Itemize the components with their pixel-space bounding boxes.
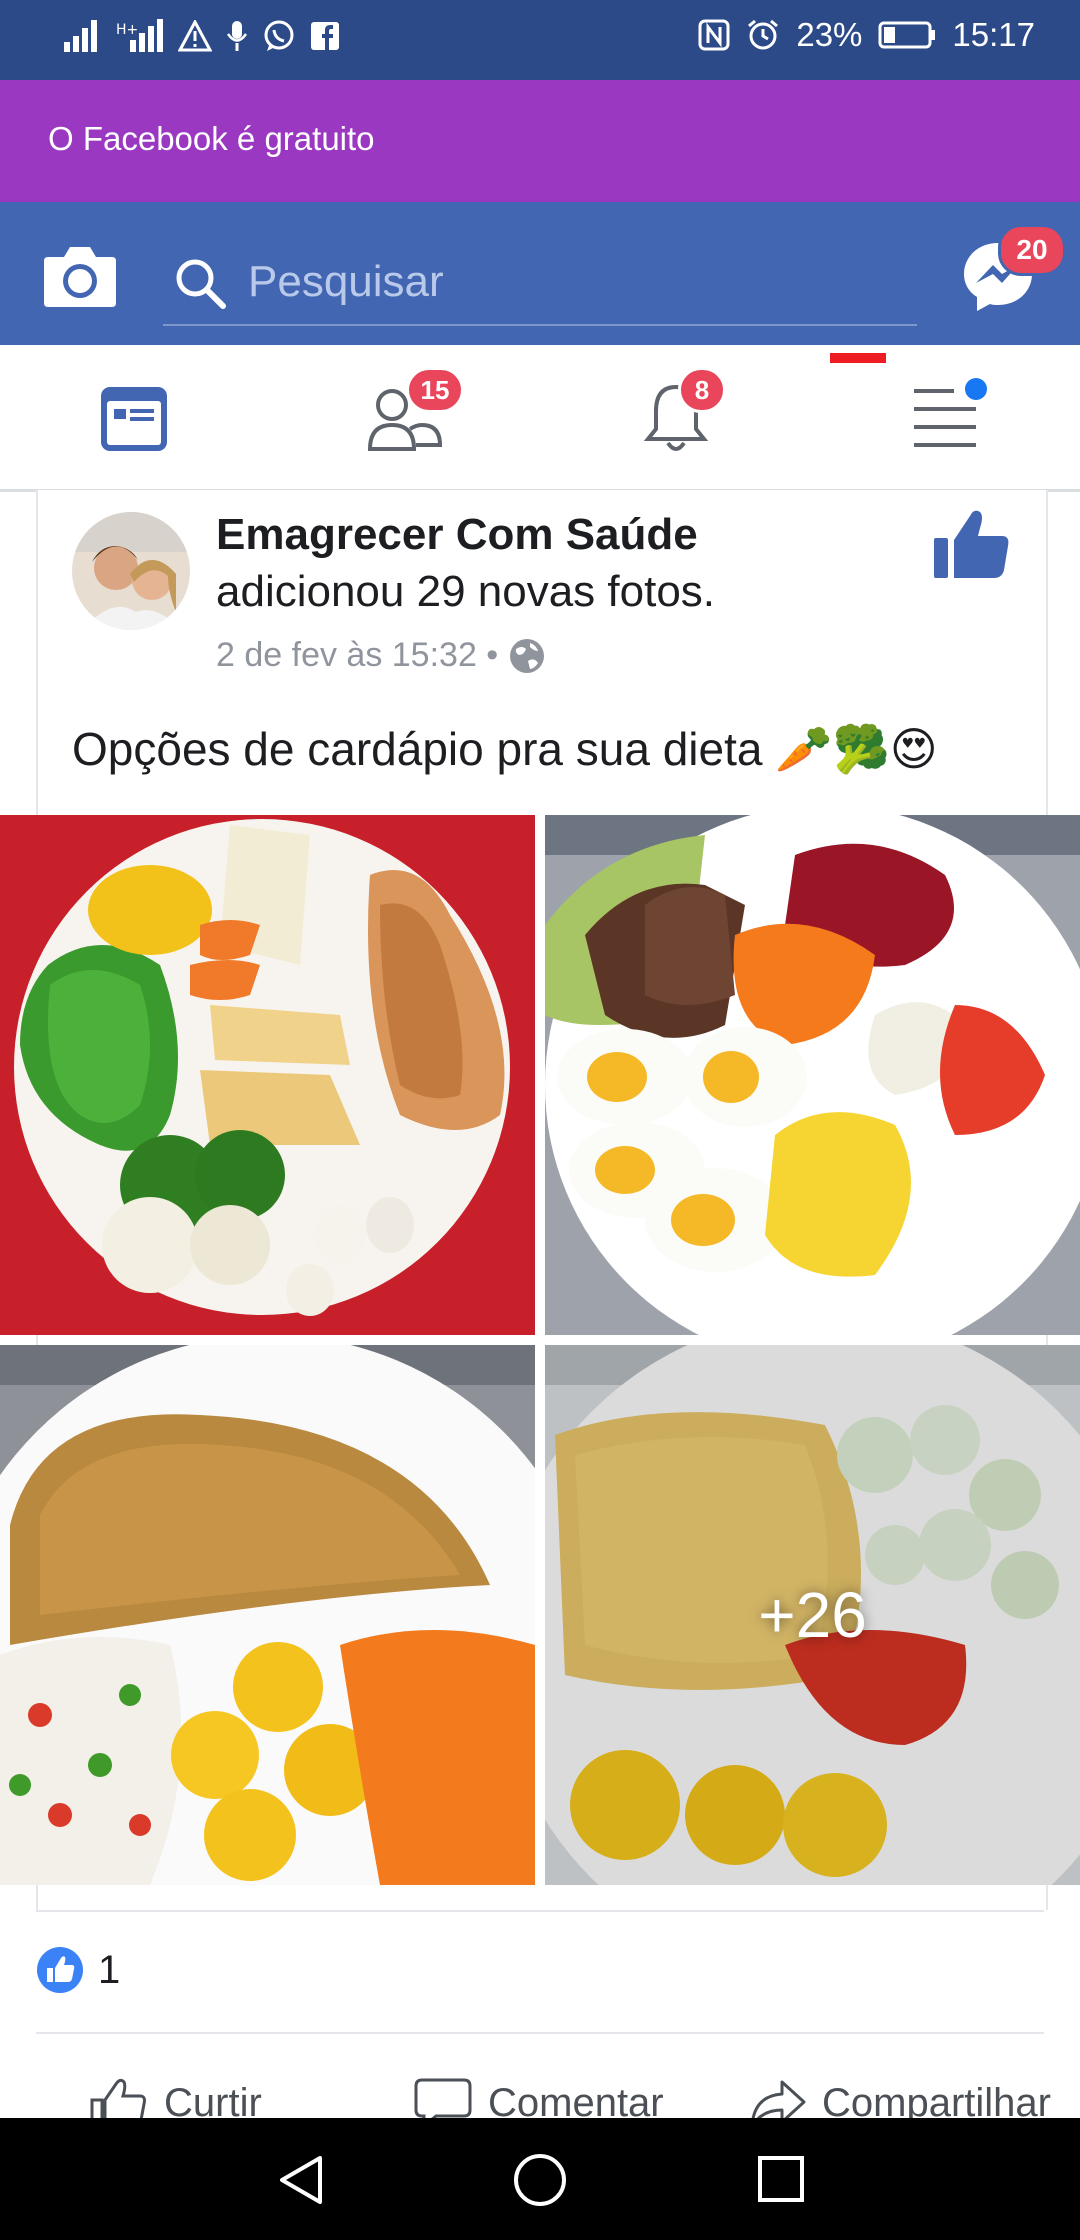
- tab-bar: 15 8: [0, 345, 1080, 492]
- signal-2-icon: H+: [116, 19, 163, 52]
- battery-percent: 23%: [796, 16, 863, 53]
- more-photos-overlay[interactable]: +26: [545, 1345, 1080, 1885]
- clock: 15:17: [952, 16, 1035, 53]
- post-timestamp[interactable]: 2 de fev às 15:32 •: [216, 636, 546, 675]
- alarm-icon: [748, 19, 779, 50]
- page-avatar[interactable]: [72, 512, 190, 630]
- whatsapp-icon: [264, 20, 294, 51]
- microphone-icon: [226, 21, 248, 51]
- photo-3[interactable]: [0, 1345, 535, 1885]
- search-icon: [176, 259, 226, 309]
- status-icons-left: H+: [62, 18, 340, 54]
- svg-text:H+: H+: [116, 22, 138, 38]
- globe-icon: [510, 638, 545, 673]
- system-nav-bar: [0, 2118, 1080, 2240]
- friends-badge: 15: [406, 367, 464, 413]
- tab-menu[interactable]: [830, 353, 1018, 467]
- post-action-text: adicionou 29 novas fotos.: [216, 567, 716, 616]
- page-name[interactable]: Emagrecer Com Saúde: [216, 510, 698, 560]
- warning-icon: [178, 20, 212, 52]
- battery-icon: [878, 21, 936, 49]
- photo-4[interactable]: +26: [545, 1345, 1080, 1885]
- promo-banner[interactable]: O Facebook é gratuito: [0, 80, 1080, 202]
- recents-nav-icon[interactable]: [756, 2154, 806, 2204]
- tab-news-feed[interactable]: [84, 367, 184, 467]
- thumbs-up-icon: [934, 510, 1009, 578]
- notifications-badge: 8: [678, 367, 726, 413]
- post-actions-row: Curtir Comentar Compartilhar: [36, 2032, 1051, 2128]
- tab-friends[interactable]: 15: [356, 367, 464, 467]
- home-nav-icon[interactable]: [512, 2152, 568, 2208]
- photo-3-image: [0, 1345, 535, 1885]
- camera-icon: [44, 247, 116, 307]
- search-bar[interactable]: [163, 246, 917, 326]
- status-icons-right: 23% 15:17: [698, 16, 1035, 54]
- back-nav-icon[interactable]: [276, 2154, 328, 2206]
- news-feed-icon: [101, 387, 167, 451]
- like-page-button[interactable]: [932, 506, 1012, 582]
- tab-notifications[interactable]: 8: [626, 367, 726, 467]
- promo-banner-text: O Facebook é gratuito: [48, 120, 375, 157]
- post-text: Opções de cardápio pra sua dieta 🥕🥦😍: [72, 723, 938, 775]
- photo-1[interactable]: [0, 815, 535, 1335]
- facebook-small-icon: [311, 22, 339, 50]
- signal-icon: [64, 20, 97, 52]
- photo-1-image: [0, 815, 535, 1335]
- photo-2-image: [545, 815, 1080, 1335]
- menu-new-indicator: [830, 353, 886, 363]
- search-input[interactable]: [246, 252, 890, 312]
- status-bar: H+ 23% 15:17: [0, 0, 1080, 80]
- nfc-icon: [698, 19, 730, 51]
- like-reaction-icon: [37, 1947, 83, 1993]
- messenger-badge: 20: [998, 224, 1066, 276]
- post-timestamp-text: 2 de fev às 15:32 •: [216, 636, 499, 674]
- top-header: [0, 202, 1080, 345]
- photo-2[interactable]: [545, 815, 1080, 1335]
- avatar-image: [72, 512, 190, 630]
- reactions-row[interactable]: 1: [36, 1910, 1044, 2032]
- menu-icon: [914, 378, 987, 447]
- reaction-count: 1: [98, 1948, 121, 1992]
- camera-button[interactable]: [42, 239, 118, 311]
